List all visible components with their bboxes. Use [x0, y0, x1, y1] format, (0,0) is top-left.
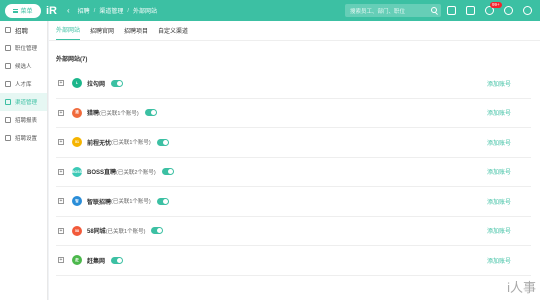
- ganji-logo-icon: 赶: [72, 255, 82, 266]
- 51job-logo-icon: 51: [72, 137, 82, 148]
- help-icon[interactable]: [504, 6, 513, 15]
- sidebar-item-label: 渠道管理: [15, 100, 38, 106]
- sidebar-item-label: 人才库: [15, 82, 32, 88]
- channel-name: 智联招聘: [87, 199, 112, 206]
- expand-icon[interactable]: +: [58, 257, 64, 264]
- channel-toggle[interactable]: [111, 256, 124, 264]
- channel-name: 拉勾网: [87, 81, 106, 88]
- sidebar: 招聘 职位管理 候选人 人才库 渠道管理 招聘报表 招聘设置: [0, 21, 48, 300]
- liepin-logo-icon: 猎: [72, 107, 82, 118]
- sidebar-item-recruit[interactable]: 招聘: [0, 21, 47, 39]
- top-bar: 菜单 iR ‹ 招聘 / 渠道管理 / 外部网站 搜索员工、部门、职位 99+: [0, 0, 540, 21]
- bell-icon[interactable]: 99+: [485, 2, 502, 15]
- expand-icon[interactable]: +: [58, 80, 64, 87]
- expand-icon[interactable]: +: [58, 198, 64, 205]
- channel-name: 前程无忧: [87, 140, 112, 147]
- channel-name: 猎聘: [87, 111, 100, 118]
- app-logo[interactable]: iR: [46, 4, 60, 18]
- add-account-link[interactable]: 添加账号: [487, 79, 511, 88]
- watermark-logo: i人事: [507, 280, 536, 295]
- breadcrumb: 招聘 / 渠道管理 / 外部网站: [77, 6, 158, 16]
- zhaopin-logo-icon: 智: [72, 196, 82, 207]
- top-icons: 99+: [447, 2, 532, 17]
- qrcode-icon[interactable]: [447, 6, 456, 15]
- section-title: 外部网站(7): [56, 57, 88, 63]
- list-item: + 智 智联招聘 (已关联1个账号) 添加账号: [56, 187, 531, 217]
- sidebar-item-channels[interactable]: 渠道管理: [0, 93, 47, 111]
- channel-toggle[interactable]: [151, 227, 164, 235]
- expand-icon[interactable]: +: [58, 139, 64, 146]
- add-account-link[interactable]: 添加账号: [487, 197, 511, 206]
- channel-list: + L 拉勾网 添加账号 + 猎 猎聘 (已关联1个账号) 添加账号 + 51 …: [56, 69, 531, 276]
- tab-recruit-projects[interactable]: 招聘项目: [124, 26, 148, 40]
- sidebar-item-label: 招聘报表: [15, 118, 38, 124]
- sidebar-item-label: 招聘: [15, 28, 28, 35]
- lagou-logo-icon: L: [72, 78, 82, 89]
- list-item: + L 拉勾网 添加账号: [56, 69, 531, 99]
- sidebar-item-settings[interactable]: 招聘设置: [0, 129, 47, 147]
- add-account-link[interactable]: 添加账号: [487, 226, 511, 235]
- 58-logo-icon: 58: [72, 225, 82, 236]
- main-content: 外部网站 招聘官网 招聘项目 自定义渠道 外部网站(7) + L 拉勾网 添加账…: [49, 21, 540, 300]
- list-item: + 猎 猎聘 (已关联1个账号) 添加账号: [56, 99, 531, 128]
- search-placeholder: 搜索员工、部门、职位: [350, 8, 406, 15]
- channel-name: 赶集网: [87, 258, 106, 265]
- sidebar-item-label: 职位管理: [15, 46, 38, 52]
- list-item: + 58 58同城 (已关联1个账号) 添加账号: [56, 217, 531, 246]
- channel-icon: [5, 99, 11, 105]
- list-item: + 赶 赶集网 添加账号: [56, 246, 531, 276]
- list-item: + 51 前程无忧 (已关联1个账号) 添加账号: [56, 128, 531, 158]
- channel-note: (已关联2个账号): [116, 169, 156, 176]
- breadcrumb-item-recruit[interactable]: 招聘: [78, 6, 90, 15]
- user-icon[interactable]: [523, 6, 532, 15]
- add-account-link[interactable]: 添加账号: [487, 108, 511, 117]
- sidebar-item-positions[interactable]: 职位管理: [0, 39, 47, 57]
- sidebar-item-reports[interactable]: 招聘报表: [0, 111, 47, 129]
- arrow-left-icon[interactable]: ‹: [67, 6, 70, 15]
- channel-note: (已关联1个账号): [105, 228, 146, 235]
- tab-external-sites[interactable]: 外部网站: [56, 25, 81, 40]
- channel-name: BOSS直聘: [87, 170, 117, 177]
- channel-name: 58同城: [87, 229, 106, 236]
- search-input[interactable]: 搜索员工、部门、职位: [345, 4, 441, 17]
- talent-icon: [5, 81, 11, 87]
- notification-badge: 99+: [490, 2, 502, 8]
- channel-note: (已关联1个账号): [111, 199, 151, 206]
- tab-custom-channels[interactable]: 自定义渠道: [158, 26, 188, 40]
- channel-note: (已关联1个账号): [99, 110, 139, 117]
- channel-toggle[interactable]: [161, 168, 174, 176]
- sidebar-item-label: 招聘设置: [15, 136, 38, 142]
- channel-toggle[interactable]: [144, 109, 157, 117]
- channel-toggle[interactable]: [156, 197, 169, 205]
- channel-note: (已关联1个账号): [111, 140, 151, 147]
- add-account-link[interactable]: 添加账号: [487, 167, 511, 176]
- menu-icon: [13, 8, 19, 13]
- breadcrumb-item-channel[interactable]: 渠道管理: [99, 6, 123, 15]
- add-account-link[interactable]: 添加账号: [487, 138, 511, 147]
- list-item: + BOSS BOSS直聘 (已关联2个账号) 添加账号: [56, 158, 531, 187]
- doc-icon: [5, 27, 11, 33]
- search-icon[interactable]: [431, 7, 437, 13]
- channel-toggle[interactable]: [111, 79, 124, 87]
- briefcase-icon: [5, 45, 11, 51]
- users-icon: [5, 63, 11, 69]
- tab-career-site[interactable]: 招聘官网: [90, 26, 114, 40]
- settings-icon: [5, 135, 11, 141]
- channel-toggle[interactable]: [156, 138, 169, 146]
- chart-icon: [5, 117, 11, 123]
- expand-icon[interactable]: +: [58, 227, 64, 234]
- sidebar-item-candidates[interactable]: 候选人: [0, 57, 47, 75]
- add-account-link[interactable]: 添加账号: [487, 256, 511, 265]
- expand-icon[interactable]: +: [58, 168, 64, 175]
- document-icon[interactable]: [466, 6, 475, 15]
- expand-icon[interactable]: +: [58, 109, 64, 116]
- sidebar-item-label: 候选人: [15, 64, 32, 70]
- sidebar-item-talent-pool[interactable]: 人才库: [0, 75, 47, 93]
- menu-label: 菜单: [20, 9, 33, 15]
- menu-button[interactable]: 菜单: [5, 3, 41, 18]
- tab-bar: 外部网站 招聘官网 招聘项目 自定义渠道: [49, 21, 540, 41]
- breadcrumb-item-external: 外部网站: [133, 9, 158, 15]
- boss-logo-icon: BOSS: [72, 166, 82, 177]
